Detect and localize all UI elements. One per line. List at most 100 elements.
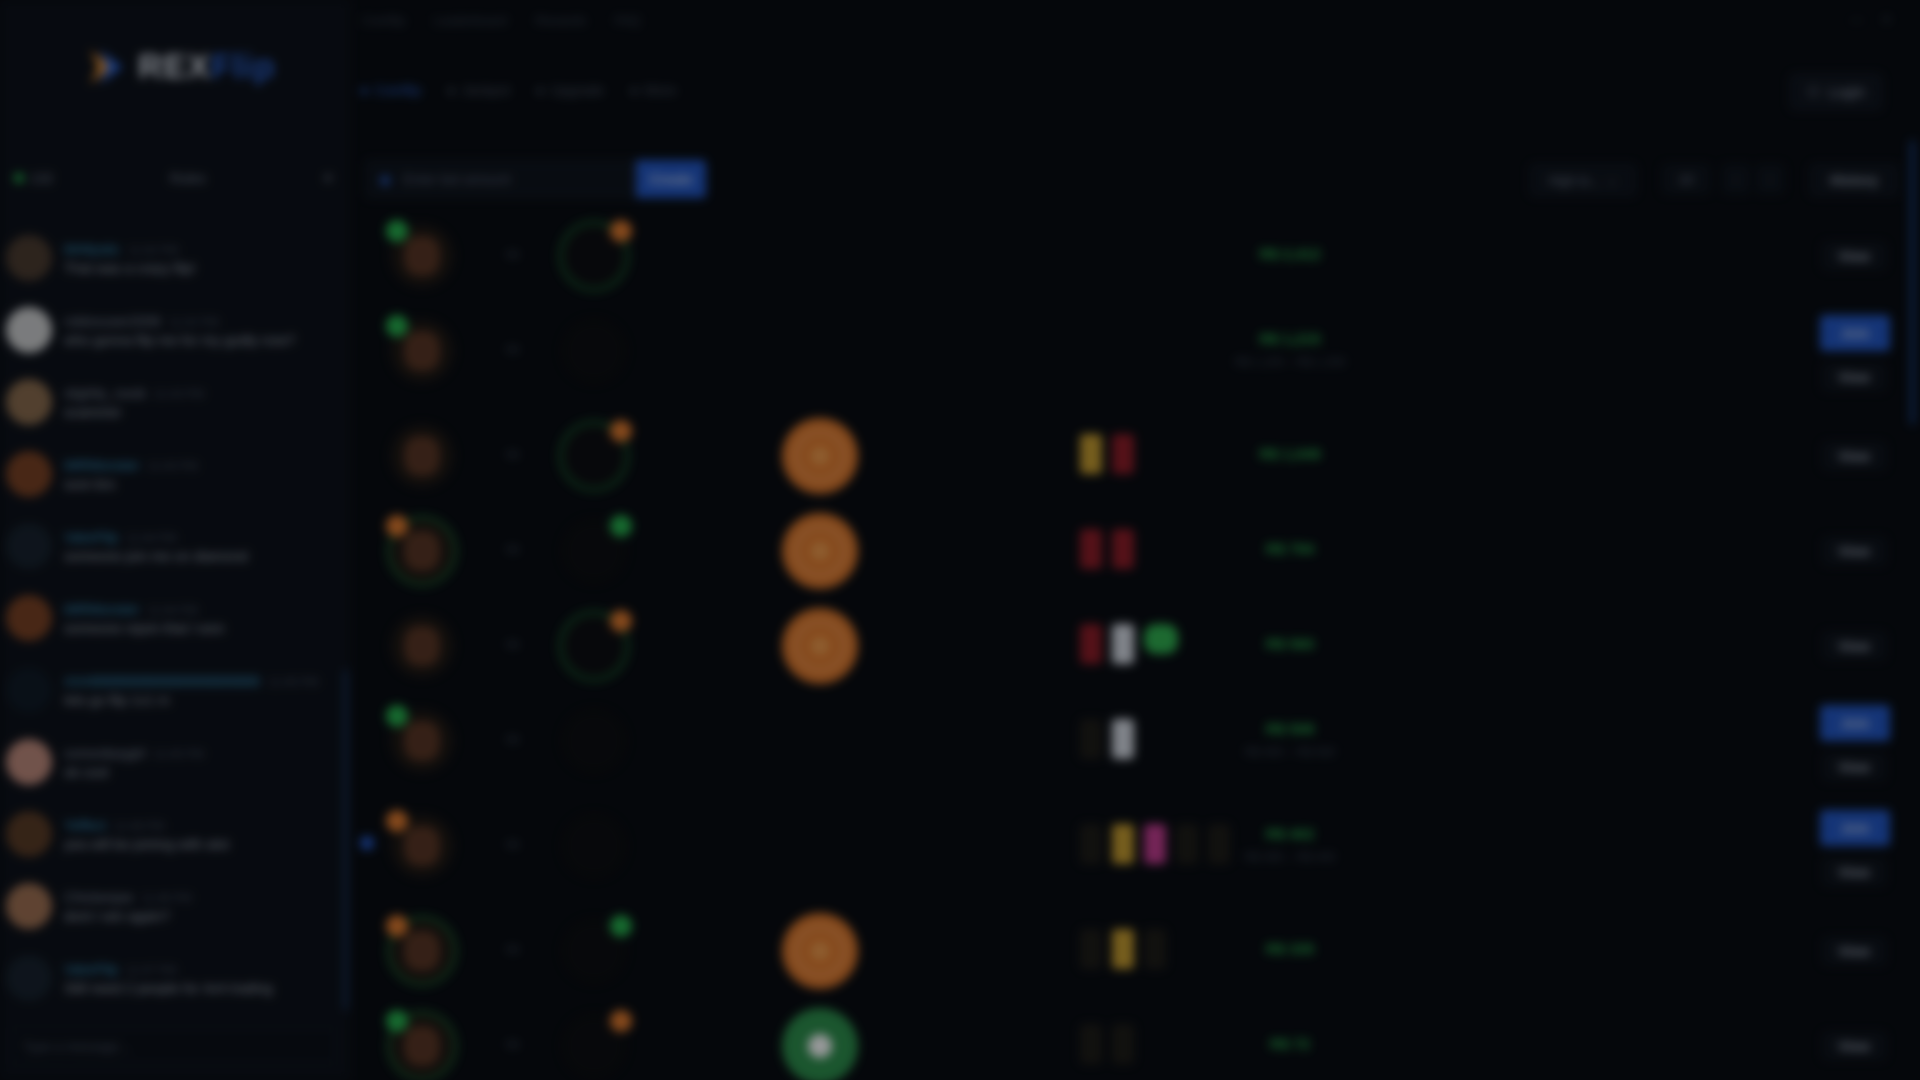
item-thumbnail-icon[interactable] bbox=[1112, 434, 1134, 474]
view-button[interactable]: View bbox=[1822, 937, 1886, 965]
top-nav-item[interactable]: Leaderboard bbox=[433, 13, 507, 28]
chat-input[interactable]: Type a message... bbox=[10, 1028, 336, 1064]
player-2-avatar[interactable] bbox=[562, 610, 632, 678]
chat-username[interactable]: MrMystic bbox=[64, 241, 120, 257]
view-button[interactable]: View bbox=[1822, 242, 1886, 270]
player-2-avatar[interactable] bbox=[562, 515, 632, 583]
chat-username[interactable]: Chickenjoe bbox=[64, 889, 133, 905]
player-1-avatar[interactable] bbox=[386, 315, 454, 383]
chat-text: dont I win again? bbox=[64, 907, 170, 924]
chat-username[interactable]: robloxuser2008 bbox=[64, 313, 161, 329]
sort-dropdown[interactable]: High to... ⌄ bbox=[1530, 164, 1636, 196]
view-button[interactable]: View bbox=[1822, 442, 1886, 470]
avatar[interactable] bbox=[6, 739, 52, 785]
item-thumbnail-icon[interactable] bbox=[1112, 624, 1134, 664]
avatar[interactable] bbox=[6, 667, 52, 713]
chat-username[interactable]: Yeffect bbox=[64, 817, 106, 833]
login-button[interactable]: ⚇ Login bbox=[1789, 74, 1882, 110]
player-2-avatar[interactable] bbox=[562, 420, 632, 488]
player-1-avatar[interactable] bbox=[390, 614, 454, 678]
player-1-avatar[interactable] bbox=[386, 515, 454, 583]
chat-username[interactable]: ValorFlip bbox=[64, 961, 118, 977]
side-badge-icon bbox=[610, 420, 632, 442]
chat-timestamp: 11:43 PM bbox=[153, 386, 205, 401]
avatar[interactable] bbox=[6, 523, 52, 569]
chat-username[interactable]: slightly_noob bbox=[64, 385, 146, 401]
avatar[interactable] bbox=[6, 955, 52, 1001]
avatar[interactable] bbox=[6, 811, 52, 857]
player-2-avatar[interactable] bbox=[562, 1010, 632, 1078]
player-1-avatar[interactable] bbox=[386, 810, 454, 878]
view-button[interactable]: View bbox=[1822, 1032, 1886, 1060]
top-nav-item[interactable]: FAQ bbox=[614, 13, 640, 28]
player-2-avatar[interactable] bbox=[562, 220, 632, 288]
item-thumbnail-icon[interactable] bbox=[1112, 1024, 1134, 1064]
game-value: R$ 2,412 bbox=[1259, 246, 1321, 263]
player-1-avatar[interactable] bbox=[386, 915, 454, 983]
chat-username[interactable]: xxmonkeygirl bbox=[64, 745, 146, 761]
page-size-select[interactable]: 10 bbox=[1662, 164, 1710, 194]
minimize-icon[interactable]: — bbox=[1850, 12, 1863, 28]
collapse-icon[interactable]: ✕ bbox=[322, 170, 334, 187]
player-2-avatar[interactable] bbox=[562, 915, 632, 983]
item-thumbnail-icon[interactable] bbox=[1080, 624, 1102, 664]
chat-header: 132 Rules ✕ bbox=[0, 158, 348, 198]
item-thumbnail-icon[interactable] bbox=[1080, 1024, 1102, 1064]
view-button[interactable]: View bbox=[1822, 632, 1886, 660]
item-thumbnail-icon[interactable] bbox=[1112, 529, 1134, 569]
player-2-avatar[interactable] bbox=[562, 319, 626, 383]
view-button[interactable]: View bbox=[1822, 363, 1886, 391]
view-button[interactable]: View bbox=[1822, 753, 1886, 781]
rules-link[interactable]: Rules bbox=[170, 170, 206, 186]
avatar[interactable] bbox=[6, 235, 52, 281]
player-2-avatar[interactable] bbox=[562, 709, 626, 773]
player-2-avatar[interactable] bbox=[562, 814, 626, 878]
next-page-button[interactable]: › bbox=[1756, 164, 1784, 194]
player-1-avatar[interactable] bbox=[386, 220, 454, 288]
item-thumbnail-icon[interactable] bbox=[1080, 719, 1102, 759]
chat-message: AAABBBBBBBBBBBBBBBBBB 11:45 PM lets go fli… bbox=[0, 654, 348, 726]
create-button[interactable]: Create bbox=[636, 160, 706, 198]
history-button[interactable]: History bbox=[1810, 164, 1898, 196]
logo[interactable]: REXFlip bbox=[84, 44, 275, 90]
page-scrollbar[interactable] bbox=[1910, 140, 1915, 425]
avatar[interactable] bbox=[6, 379, 52, 425]
top-nav-item[interactable]: Coinflip bbox=[362, 13, 405, 28]
tab-coinflip[interactable]: ● Coinflip bbox=[360, 82, 421, 98]
view-button[interactable]: View bbox=[1822, 537, 1886, 565]
join-button[interactable]: Join bbox=[1820, 315, 1890, 351]
tab-upgrade[interactable]: ● Upgrade bbox=[536, 82, 604, 98]
chat-username[interactable]: ValorFlip bbox=[64, 529, 118, 545]
avatar[interactable] bbox=[6, 595, 52, 641]
close-icon[interactable]: ✕ bbox=[1881, 12, 1892, 28]
player-1-avatar[interactable] bbox=[386, 705, 454, 773]
avatar[interactable] bbox=[6, 451, 52, 497]
player-1-avatar[interactable] bbox=[386, 1010, 454, 1078]
chat-username[interactable]: iMRMonster bbox=[64, 457, 139, 473]
chat-username-line: iMRMonster 11:43 PM bbox=[64, 457, 198, 473]
item-thumbnail-icon[interactable] bbox=[1112, 929, 1134, 969]
tab-more[interactable]: ● More bbox=[630, 82, 676, 98]
chat-username[interactable]: AAABBBBBBBBBBBBBBBBBB bbox=[64, 673, 260, 689]
vs-label: vs bbox=[506, 636, 519, 651]
join-button[interactable]: Join bbox=[1820, 705, 1890, 741]
item-thumbnail-icon[interactable] bbox=[1080, 434, 1102, 474]
item-thumbnail-icon[interactable] bbox=[1112, 824, 1134, 864]
prev-page-button[interactable]: ‹ bbox=[1722, 164, 1750, 194]
avatar[interactable] bbox=[6, 883, 52, 929]
bet-amount-input[interactable]: ◉ Enter bet amount bbox=[366, 160, 636, 198]
chat-username[interactable]: iMRMonster bbox=[64, 601, 139, 617]
vs-label: vs bbox=[506, 836, 519, 851]
top-nav-item[interactable]: Rewards bbox=[535, 13, 586, 28]
player-1-avatar[interactable] bbox=[390, 424, 454, 488]
item-thumbnail-icon[interactable] bbox=[1080, 529, 1102, 569]
chat-scrollbar[interactable] bbox=[344, 670, 347, 1010]
join-button[interactable]: Join bbox=[1820, 810, 1890, 846]
item-thumbnail-icon[interactable] bbox=[1080, 929, 1102, 969]
avatar[interactable] bbox=[6, 307, 52, 353]
view-button[interactable]: View bbox=[1822, 858, 1886, 886]
tab-jackpot[interactable]: ● Jackpot bbox=[447, 82, 510, 98]
item-thumbnail-icon[interactable] bbox=[1112, 719, 1134, 759]
coinflip-controls: ◉ Enter bet amount Create High to... ⌄ 1… bbox=[360, 158, 1900, 200]
item-thumbnail-icon[interactable] bbox=[1080, 824, 1102, 864]
